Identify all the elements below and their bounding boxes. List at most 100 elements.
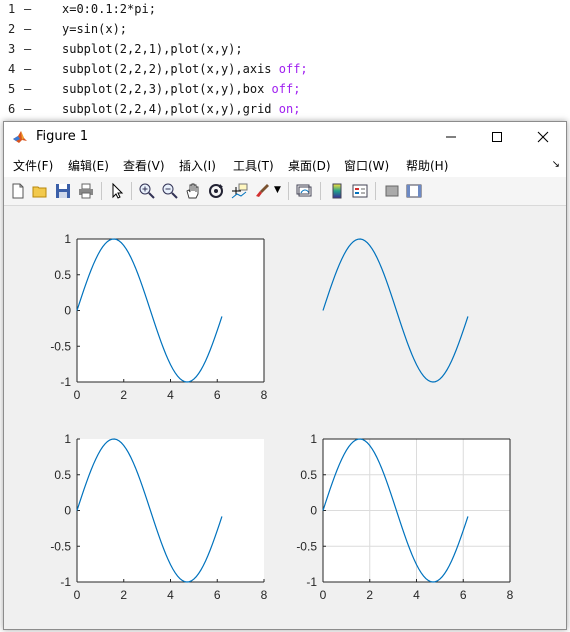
- data-cursor-icon[interactable]: [230, 182, 248, 200]
- maximize-icon: [492, 132, 502, 142]
- breakpoint-marker[interactable]: –: [24, 102, 31, 116]
- rotate-icon[interactable]: [207, 182, 225, 200]
- y-tick-label: -1: [60, 575, 71, 589]
- subplots-svg[interactable]: 0 2 4 6 810.50-0.5-10 2 4 6 810.50-0.5-10 2 4 6 810.…: [4, 206, 566, 629]
- zoom-out-icon[interactable]: [161, 182, 179, 200]
- code-line[interactable]: 2 – y=sin(x);: [0, 20, 570, 40]
- breakpoint-marker[interactable]: –: [24, 62, 31, 76]
- code-text-main: subplot(2,2,2),plot(x,y),axis: [62, 62, 279, 76]
- line-number: 2: [8, 22, 16, 36]
- x-tick-label: 6: [460, 588, 467, 602]
- toolbar-separator: [131, 182, 132, 200]
- print-icon[interactable]: [77, 182, 95, 200]
- code-text-main: subplot(2,2,3),plot(x,y),box: [62, 82, 272, 96]
- breakpoint-marker[interactable]: –: [24, 82, 31, 96]
- menu-tools[interactable]: 工具(T): [233, 157, 274, 174]
- code-line[interactable]: 1 – x=0:0.1:2*pi;: [0, 0, 570, 20]
- menu-overflow-icon[interactable]: ↘: [552, 159, 560, 170]
- code-text[interactable]: subplot(2,2,2),plot(x,y),axis off;: [62, 62, 308, 76]
- x-tick-label: 8: [261, 588, 268, 602]
- toolbar-separator: [288, 182, 289, 200]
- axes-background: [77, 439, 264, 582]
- new-figure-icon[interactable]: [9, 182, 27, 200]
- code-text[interactable]: subplot(2,2,3),plot(x,y),box off;: [62, 82, 300, 96]
- line-number: 6: [8, 102, 16, 116]
- y-tick-label: -0.5: [296, 539, 317, 553]
- minimize-icon: [446, 136, 456, 138]
- x-tick-label: 0: [74, 588, 81, 602]
- code-text[interactable]: x=0:0.1:2*pi;: [62, 2, 156, 16]
- x-tick-label: 8: [507, 588, 514, 602]
- toolbar-separator: [101, 182, 102, 200]
- y-tick-label: 0: [64, 504, 71, 518]
- menu-bar: 文件(F) 编辑(E) 查看(V) 插入(I) 工具(T) 桌面(D) 窗口(W…: [4, 152, 566, 177]
- legend-icon[interactable]: [351, 182, 369, 200]
- brush-dropdown-icon[interactable]: ▼: [274, 185, 282, 203]
- y-tick-label: -0.5: [50, 539, 71, 553]
- menu-file[interactable]: 文件(F): [13, 157, 53, 174]
- hide-plot-tools-icon[interactable]: [383, 182, 401, 200]
- colorbar-icon[interactable]: [328, 182, 346, 200]
- y-tick-label: 0.5: [54, 468, 71, 482]
- save-icon[interactable]: [54, 182, 72, 200]
- code-text-main: subplot(2,2,4),plot(x,y),grid: [62, 102, 279, 116]
- axes-background: [77, 239, 264, 382]
- line-number: 4: [8, 62, 16, 76]
- close-icon: [537, 131, 549, 143]
- menu-edit[interactable]: 编辑(E): [68, 157, 109, 174]
- menu-desktop[interactable]: 桌面(D): [288, 157, 331, 174]
- code-keyword: on;: [278, 102, 301, 116]
- menu-insert[interactable]: 插入(I): [179, 157, 216, 174]
- code-keyword: off;: [278, 62, 308, 76]
- breakpoint-marker[interactable]: –: [24, 42, 31, 56]
- code-line[interactable]: 5 – subplot(2,2,3),plot(x,y),box off;: [0, 80, 570, 100]
- y-tick-label: 0.5: [54, 268, 71, 282]
- y-tick-label: -1: [60, 375, 71, 389]
- y-tick-label: -1: [306, 575, 317, 589]
- matlab-logo-icon: [13, 131, 27, 143]
- close-button[interactable]: [520, 122, 566, 152]
- code-keyword: off;: [271, 82, 301, 96]
- minimize-button[interactable]: [428, 122, 474, 152]
- menu-window[interactable]: 窗口(W): [344, 157, 389, 174]
- code-line[interactable]: 4 – subplot(2,2,2),plot(x,y),axis off;: [0, 60, 570, 80]
- x-tick-label: 0: [74, 388, 81, 402]
- code-text[interactable]: subplot(2,2,1),plot(x,y);: [62, 42, 243, 56]
- x-tick-label: 2: [366, 588, 373, 602]
- x-tick-label: 2: [120, 588, 127, 602]
- y-tick-label: 0: [64, 304, 71, 318]
- brush-icon[interactable]: [253, 182, 271, 200]
- y-tick-label: 0: [310, 504, 317, 518]
- line-number: 1: [8, 2, 16, 16]
- toolbar-separator: [375, 182, 376, 200]
- figure-toolbar: ▼: [4, 177, 566, 206]
- pointer-icon[interactable]: [108, 182, 126, 200]
- open-icon[interactable]: [31, 182, 49, 200]
- menu-view[interactable]: 查看(V): [123, 157, 165, 174]
- maximize-button[interactable]: [474, 122, 520, 152]
- code-line[interactable]: 3 – subplot(2,2,1),plot(x,y);: [0, 40, 570, 60]
- show-plot-tools-icon[interactable]: [405, 182, 423, 200]
- breakpoint-marker[interactable]: –: [24, 2, 31, 16]
- x-tick-label: 4: [167, 388, 174, 402]
- line-number: 3: [8, 42, 16, 56]
- x-tick-label: 6: [214, 588, 221, 602]
- toolbar-separator: [320, 182, 321, 200]
- breakpoint-marker[interactable]: –: [24, 22, 31, 36]
- code-text[interactable]: subplot(2,2,4),plot(x,y),grid on;: [62, 102, 300, 116]
- y-tick-label: -0.5: [50, 339, 71, 353]
- code-line[interactable]: 6 – subplot(2,2,4),plot(x,y),grid on;: [0, 100, 570, 120]
- code-text[interactable]: y=sin(x);: [62, 22, 127, 36]
- x-tick-label: 2: [120, 388, 127, 402]
- zoom-in-icon[interactable]: [138, 182, 156, 200]
- link-plot-icon[interactable]: [296, 182, 314, 200]
- title-bar[interactable]: Figure 1: [4, 122, 566, 152]
- x-tick-label: 4: [167, 588, 174, 602]
- x-tick-label: 4: [413, 588, 420, 602]
- menu-help[interactable]: 帮助(H): [406, 157, 448, 174]
- window-title: Figure 1: [36, 129, 89, 144]
- pan-icon[interactable]: [184, 182, 202, 200]
- y-tick-label: 1: [64, 432, 71, 446]
- figure-window[interactable]: Figure 1 文件(F) 编辑(E) 查看(V) 插入(I) 工具(T) 桌…: [3, 121, 567, 630]
- figure-canvas[interactable]: 0 2 4 6 8 1 0.5 0 -0.5 -1 0 2 4 6 8 1 0.5 0 -0.5 -1 0 2 4 6 8 1 0.…: [4, 206, 566, 629]
